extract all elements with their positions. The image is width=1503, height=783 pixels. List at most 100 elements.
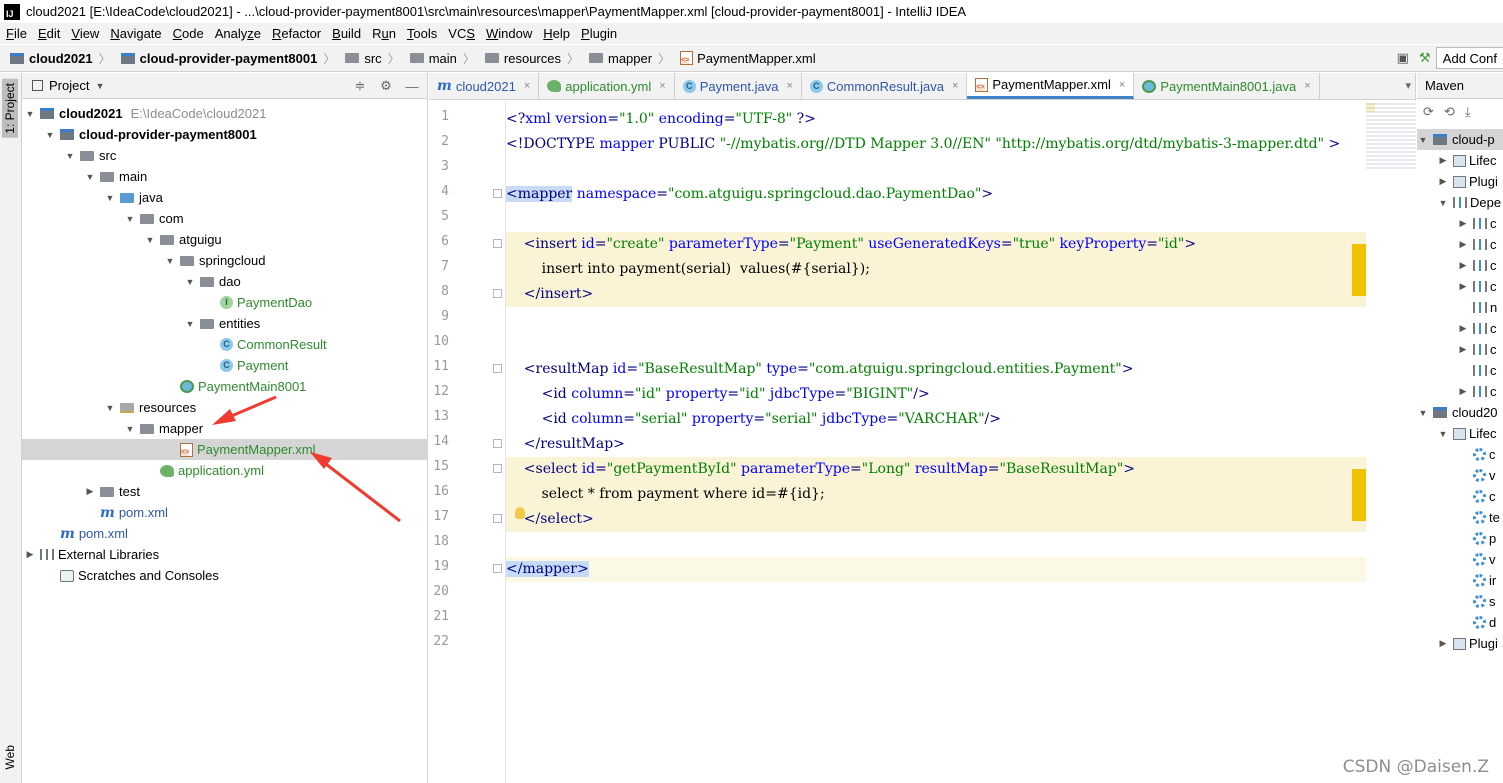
fold-marker-icon[interactable] (493, 239, 502, 248)
menu-item[interactable]: Run (366, 26, 401, 41)
editor-tab[interactable]: C Payment.java × (675, 73, 802, 99)
tree-item[interactable]: C Payment (22, 355, 428, 376)
chevron-right-icon[interactable]: ▶ (1437, 176, 1449, 187)
download-icon[interactable]: ⤓ (1465, 104, 1471, 120)
menu-item[interactable]: Help (537, 26, 575, 41)
tree-item[interactable]: ▼ resources (22, 397, 428, 418)
fold-marker-icon[interactable] (493, 364, 502, 373)
close-tab-icon[interactable]: × (659, 80, 665, 92)
breadcrumb-main[interactable]: main 〉 (409, 50, 475, 67)
fold-marker-icon[interactable] (493, 439, 502, 448)
breadcrumb-module[interactable]: cloud-provider-payment8001 〉 (120, 50, 335, 67)
close-tab-icon[interactable]: × (524, 80, 530, 92)
fold-marker-icon[interactable] (493, 464, 502, 473)
chevron-right-icon[interactable]: ▶ (1437, 155, 1449, 166)
maven-tree-item[interactable]: te (1417, 507, 1503, 528)
chevron-down-icon[interactable]: ▼ (124, 214, 136, 224)
fold-marker-icon[interactable] (493, 564, 502, 573)
maven-tree-item[interactable]: v (1417, 465, 1503, 486)
fold-marker-icon[interactable] (493, 289, 502, 298)
close-tab-icon[interactable]: × (1119, 79, 1125, 91)
menu-item[interactable]: Build (326, 26, 366, 41)
code-area[interactable]: <?xml version="1.0" encoding="UTF-8" ?> <… (506, 101, 1366, 783)
tree-item[interactable]: ▼ com (22, 208, 428, 229)
maven-tree-item[interactable]: ▶ Plugi (1417, 633, 1503, 654)
tree-item[interactable]: ▼ src (22, 145, 428, 166)
chevron-down-icon[interactable]: ▼ (104, 403, 116, 413)
maven-tree-item[interactable]: c (1417, 444, 1503, 465)
maven-tree-item[interactable]: ▶ c (1417, 276, 1503, 297)
warning-marker[interactable] (1352, 244, 1366, 296)
chevron-down-icon[interactable]: ▼ (144, 235, 156, 245)
breadcrumb-file[interactable]: PaymentMapper.xml (680, 51, 816, 66)
maven-tree-item[interactable]: ▶ c (1417, 234, 1503, 255)
maven-tree-item[interactable]: ir (1417, 570, 1503, 591)
chevron-down-icon[interactable]: ▼ (184, 277, 196, 287)
editor-tab[interactable]: C CommonResult.java × (802, 73, 968, 99)
editor-tab[interactable]: PaymentMain8001.java × (1134, 73, 1320, 99)
maven-tree-item[interactable]: ▶ c (1417, 339, 1503, 360)
minimize-icon[interactable]: — (401, 76, 423, 96)
tree-item[interactable]: application.yml (22, 460, 428, 481)
tree-item[interactable]: ▼ cloud-provider-payment8001 (22, 124, 428, 145)
chevron-down-icon[interactable]: ▼ (24, 109, 36, 119)
menu-item[interactable]: View (65, 26, 104, 41)
maven-tree-item[interactable]: ▶ c (1417, 213, 1503, 234)
maven-tree-item[interactable]: c (1417, 360, 1503, 381)
maven-tree-item[interactable]: ▶ Plugi (1417, 171, 1503, 192)
fold-marker-icon[interactable] (493, 514, 502, 523)
tree-item[interactable]: PaymentMain8001 (22, 376, 428, 397)
chevron-right-icon[interactable]: ▶ (1437, 638, 1449, 649)
tab-overflow-icon[interactable]: ▾ (1405, 79, 1411, 92)
chevron-down-icon[interactable]: ▼ (84, 172, 96, 182)
web-tool-tab[interactable]: Web (3, 745, 17, 769)
tree-item[interactable]: C CommonResult (22, 334, 428, 355)
chevron-right-icon[interactable]: ▶ (1457, 218, 1469, 229)
tree-item[interactable]: ▼ cloud2021 E:\IdeaCode\cloud2021 (22, 103, 428, 124)
chevron-right-icon[interactable]: ▶ (1457, 386, 1469, 397)
chevron-down-icon[interactable]: ▼ (184, 319, 196, 329)
chevron-down-icon[interactable]: ▼ (95, 81, 104, 91)
menu-item[interactable]: Refactor (266, 26, 326, 41)
tree-item[interactable]: ▶ test (22, 481, 428, 502)
menu-item[interactable]: Code (167, 26, 209, 41)
maven-tree-item[interactable]: ▶ c (1417, 318, 1503, 339)
chevron-down-icon[interactable]: ▼ (1437, 198, 1449, 208)
breadcrumb-project[interactable]: cloud2021 〉 (10, 50, 111, 67)
tree-item[interactable]: ▼ mapper (22, 418, 428, 439)
maven-tree-item[interactable]: c (1417, 486, 1503, 507)
chevron-down-icon[interactable]: ▼ (124, 424, 136, 434)
maven-tree-item[interactable]: ▼ Depe (1417, 192, 1503, 213)
tree-item[interactable]: ▼ springcloud (22, 250, 428, 271)
breadcrumb-resources[interactable]: resources 〉 (484, 50, 579, 67)
maven-tree-item[interactable]: n (1417, 297, 1503, 318)
maven-tree-item[interactable]: p (1417, 528, 1503, 549)
chevron-right-icon[interactable]: ▶ (24, 549, 36, 560)
menu-item[interactable]: VCS (442, 26, 480, 41)
chevron-right-icon[interactable]: ▶ (1457, 281, 1469, 292)
chevron-down-icon[interactable]: ▼ (164, 256, 176, 266)
maven-tree-item[interactable]: ▼ Lifec (1417, 423, 1503, 444)
tree-item[interactable]: m pom.xml (22, 523, 428, 544)
maven-tree-item[interactable]: s (1417, 591, 1503, 612)
maven-tree-item[interactable]: ▼ cloud-p (1417, 129, 1503, 150)
fold-marker-icon[interactable] (493, 189, 502, 198)
tree-item[interactable]: ▼ java (22, 187, 428, 208)
tree-item[interactable]: ▼ atguigu (22, 229, 428, 250)
close-tab-icon[interactable]: × (952, 80, 958, 92)
menu-item[interactable]: Analyze (209, 26, 266, 41)
chevron-down-icon[interactable]: ▼ (1417, 408, 1429, 418)
menu-item[interactable]: Window (480, 26, 537, 41)
chevron-down-icon[interactable]: ▼ (1437, 429, 1449, 439)
reimport-icon[interactable]: ⟲ (1444, 104, 1455, 120)
menu-item[interactable]: Tools (401, 26, 442, 41)
tree-item-selected[interactable]: PaymentMapper.xml (22, 439, 428, 460)
maven-tree-item[interactable]: d (1417, 612, 1503, 633)
add-configuration-button[interactable]: Add Conf (1435, 47, 1503, 69)
maven-tree-item[interactable]: ▼ cloud20 (1417, 402, 1503, 423)
chevron-right-icon[interactable]: ▶ (1457, 239, 1469, 250)
tree-item[interactable]: Scratches and Consoles (22, 565, 428, 586)
intention-bulb-icon[interactable] (515, 507, 525, 519)
breadcrumb-src[interactable]: src 〉 (345, 50, 400, 67)
chevron-down-icon[interactable]: ▼ (104, 193, 116, 203)
